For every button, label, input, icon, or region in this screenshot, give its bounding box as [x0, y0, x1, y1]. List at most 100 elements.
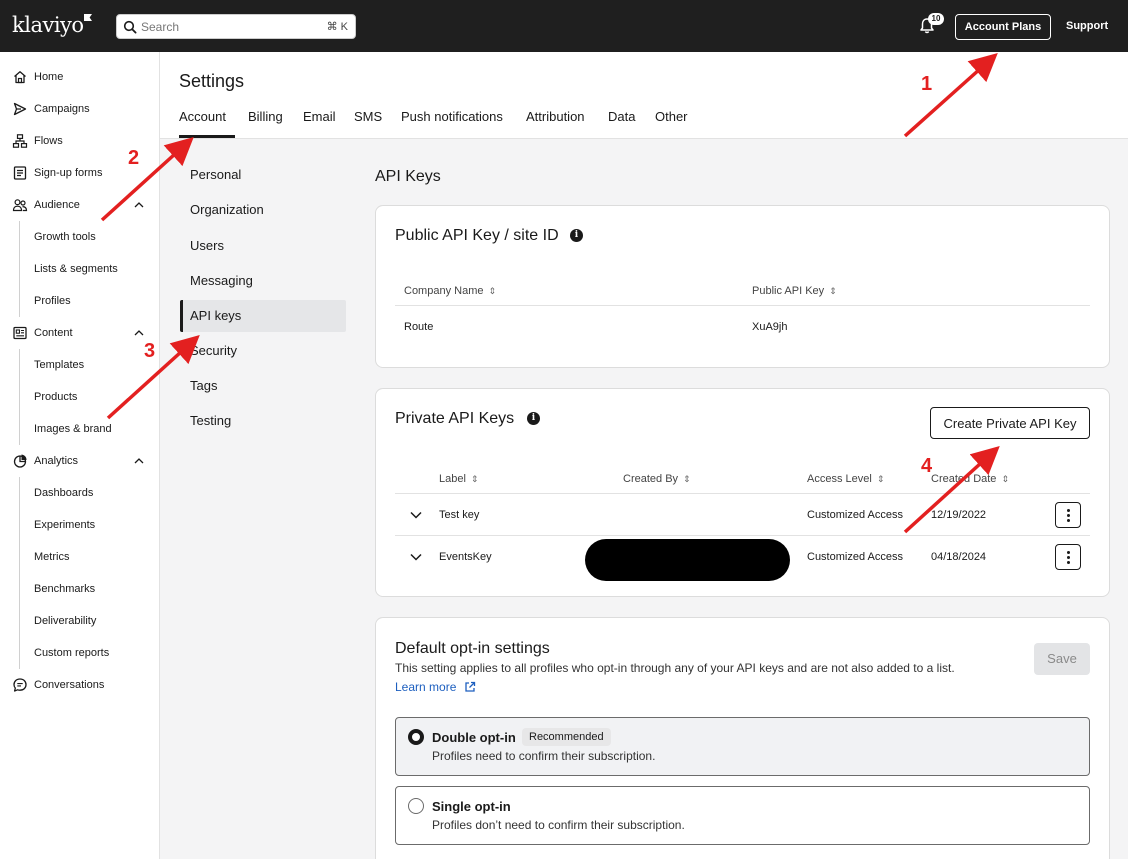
chevron-up-icon[interactable]: [133, 327, 145, 339]
chevron-down-icon[interactable]: [409, 550, 423, 564]
nav-label: Campaigns: [34, 103, 90, 115]
sort-icon: ⇕: [470, 473, 479, 484]
subnav-tags[interactable]: Tags: [190, 378, 217, 393]
redaction-mask: [585, 539, 790, 581]
nav-campaigns[interactable]: Campaigns: [12, 99, 90, 119]
col-created-by[interactable]: Created By ⇕: [623, 473, 691, 485]
nav-label: Home: [34, 71, 64, 83]
audience-icon: [12, 199, 28, 212]
nav-label: Content: [34, 327, 73, 339]
single-optin-title: Single opt-in: [432, 799, 511, 814]
nav-dashboards[interactable]: Dashboards: [34, 487, 93, 499]
info-icon[interactable]: i: [527, 412, 540, 425]
nav-custom-reports[interactable]: Custom reports: [34, 647, 109, 659]
subnav-personal[interactable]: Personal: [190, 167, 241, 182]
nav-products[interactable]: Products: [34, 391, 77, 403]
col-label: Company Name: [404, 285, 484, 297]
col-created-date[interactable]: Created Date ⇕: [931, 473, 1009, 485]
flows-icon: [12, 134, 28, 148]
annotation-label-1: 1: [921, 73, 933, 95]
subnav-security[interactable]: Security: [190, 343, 237, 358]
private-api-title: Private API Keys: [395, 410, 515, 427]
tab-push-notifications[interactable]: Push notifications: [401, 109, 503, 124]
nav-analytics[interactable]: Analytics: [12, 451, 78, 471]
search-input[interactable]: [141, 17, 321, 37]
col-label-text: Created Date: [931, 473, 997, 485]
row-label: EventsKey: [439, 551, 492, 563]
subnav-messaging[interactable]: Messaging: [190, 273, 253, 288]
nav-deliverability[interactable]: Deliverability: [34, 615, 96, 627]
top-bar: klaviyo ⌘ K 10 Account Plans Support: [0, 0, 1128, 52]
nav-benchmarks[interactable]: Benchmarks: [34, 583, 95, 595]
support-link[interactable]: Support: [1066, 20, 1108, 32]
subnav-users[interactable]: Users: [190, 238, 224, 253]
sort-icon: ⇕: [488, 285, 497, 296]
col-label: Public API Key: [752, 285, 825, 297]
double-optin-description: Profiles need to confirm their subscript…: [432, 749, 656, 763]
nav-label: Analytics: [34, 455, 79, 467]
table-divider: [395, 305, 1090, 306]
tab-other[interactable]: Other: [655, 109, 688, 124]
chat-icon: [13, 678, 27, 692]
nav-images-brand[interactable]: Images & brand: [34, 423, 112, 435]
subnav-testing[interactable]: Testing: [190, 413, 231, 428]
annotation-label-4: 4: [921, 455, 933, 477]
tab-sms[interactable]: SMS: [354, 109, 382, 124]
company-name-value: Route: [404, 321, 434, 333]
learn-more-link[interactable]: Learn more: [395, 680, 456, 694]
search-box[interactable]: ⌘ K: [116, 14, 356, 39]
external-link-icon[interactable]: [464, 681, 476, 693]
row-access-level: Customized Access: [807, 509, 903, 521]
chevron-up-icon[interactable]: [133, 199, 145, 211]
nav-label: Sign-up forms: [34, 167, 103, 179]
nav-growth-tools[interactable]: Growth tools: [34, 231, 96, 243]
sort-icon: ⇕: [683, 473, 691, 484]
klaviyo-logo[interactable]: klaviyo: [12, 13, 84, 37]
nav-experiments[interactable]: Experiments: [34, 519, 95, 531]
nav-metrics[interactable]: Metrics: [34, 551, 69, 563]
radio-selected[interactable]: [408, 729, 424, 745]
nav-lists-segments[interactable]: Lists & segments: [34, 263, 118, 275]
nav-templates[interactable]: Templates: [34, 359, 84, 371]
search-icon: [123, 20, 137, 34]
nav-conversations[interactable]: Conversations: [12, 675, 104, 695]
double-optin-option[interactable]: Double opt-in Recommended Profiles need …: [395, 717, 1090, 776]
tab-billing[interactable]: Billing: [248, 109, 283, 124]
col-access-level[interactable]: Access Level ⇕: [807, 473, 884, 485]
page-title: Settings: [179, 71, 245, 91]
tab-data[interactable]: Data: [608, 109, 635, 124]
annotation-label-3: 3: [144, 340, 156, 362]
info-icon[interactable]: i: [570, 229, 583, 242]
nav-group-rule: [19, 349, 20, 445]
nav-label: Audience: [34, 199, 80, 211]
send-icon: [13, 102, 27, 116]
col-label[interactable]: Label ⇕: [439, 473, 478, 485]
chevron-down-icon[interactable]: [409, 508, 423, 522]
row-access-level: Customized Access: [807, 551, 903, 563]
chevron-up-icon[interactable]: [133, 455, 145, 467]
subnav-organization[interactable]: Organization: [190, 202, 264, 217]
subnav-api-keys[interactable]: API keys: [190, 308, 241, 323]
row-actions-menu[interactable]: [1055, 502, 1081, 528]
col-company-name[interactable]: Company Name ⇕: [404, 285, 496, 297]
single-optin-option[interactable]: Single opt-in Profiles don’t need to con…: [395, 786, 1090, 845]
radio-unselected[interactable]: [408, 798, 424, 814]
account-plans-button[interactable]: Account Plans: [955, 14, 1051, 40]
pie-chart-icon: [13, 454, 27, 468]
home-icon: [14, 71, 26, 84]
nav-audience[interactable]: Audience: [12, 195, 80, 215]
tab-account[interactable]: Account: [179, 109, 226, 124]
nav-home[interactable]: Home: [12, 67, 63, 87]
sort-icon: ⇕: [876, 473, 885, 484]
nav-profiles[interactable]: Profiles: [34, 295, 71, 307]
nav-flows[interactable]: Flows: [12, 131, 63, 151]
tab-attribution[interactable]: Attribution: [526, 109, 585, 124]
nav-content[interactable]: Content: [12, 323, 73, 343]
col-public-api-key[interactable]: Public API Key ⇕: [752, 285, 837, 297]
save-button[interactable]: Save: [1034, 643, 1090, 675]
create-private-api-key-button[interactable]: Create Private API Key: [930, 407, 1090, 439]
row-actions-menu[interactable]: [1055, 544, 1081, 570]
nav-signup-forms[interactable]: Sign-up forms: [12, 163, 102, 183]
tab-email[interactable]: Email: [303, 109, 336, 124]
row-label: Test key: [439, 509, 480, 521]
